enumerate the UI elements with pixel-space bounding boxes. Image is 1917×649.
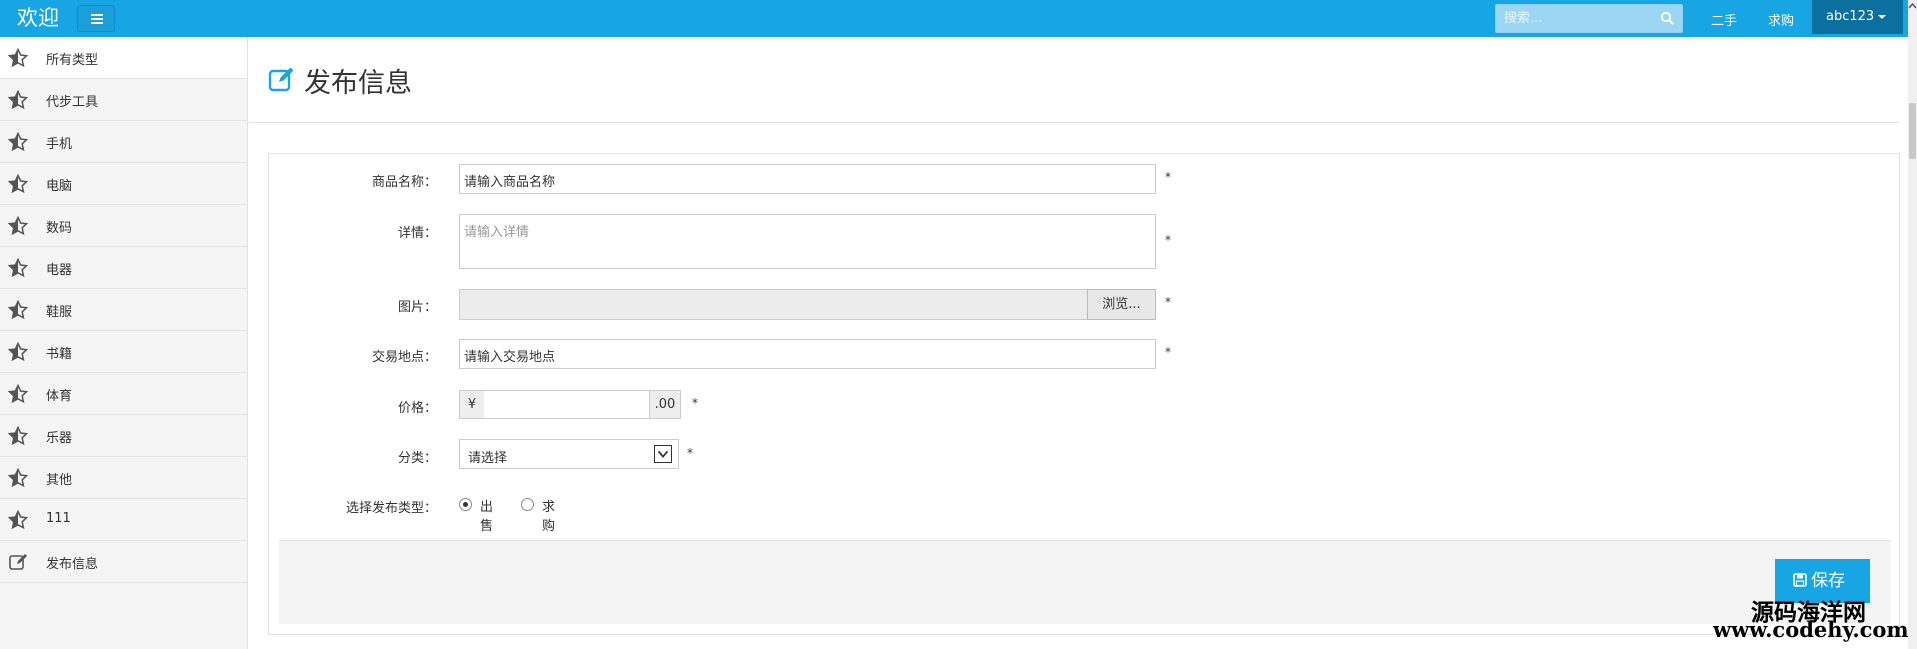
- required-mark: *: [1165, 233, 1171, 247]
- edit-icon: [268, 67, 294, 92]
- scroll-up-arrow-icon[interactable]: [1908, 0, 1917, 12]
- sidebar-item-other[interactable]: 其他: [0, 457, 247, 499]
- radio-wanted-label[interactable]: 求购: [542, 496, 555, 534]
- top-navbar: 欢迎 二手 求购 abc123: [0, 0, 1917, 37]
- scrollbar[interactable]: [1908, 0, 1917, 649]
- search-input[interactable]: [1496, 5, 1656, 32]
- image-label: 图片：: [397, 300, 437, 315]
- sidebar-item-label: 代步工具: [46, 95, 99, 110]
- image-file-field[interactable]: 浏览...: [459, 289, 1156, 320]
- name-value: 请输入商品名称: [464, 175, 556, 190]
- hamburger-line: [91, 14, 103, 16]
- star-icon: [8, 300, 28, 320]
- hamburger-line: [91, 18, 103, 20]
- hamburger-line: [91, 22, 103, 24]
- sidebar-item-all[interactable]: 所有类型: [0, 37, 247, 79]
- page-title: 发布信息: [304, 68, 412, 99]
- browse-button[interactable]: 浏览...: [1087, 289, 1156, 320]
- star-icon: [8, 132, 28, 152]
- sidebar-item-appliance[interactable]: 电器: [0, 247, 247, 289]
- star-icon: [8, 174, 28, 194]
- nav-link-secondhand[interactable]: 二手: [1711, 10, 1737, 29]
- sidebar-item-label: 电脑: [46, 179, 73, 194]
- star-icon: [8, 258, 28, 278]
- sidebar-item-phone[interactable]: 手机: [0, 121, 247, 163]
- brand-title[interactable]: 欢迎: [17, 4, 59, 32]
- sidebar-item-label: 所有类型: [46, 53, 99, 68]
- sidebar-item-digital[interactable]: 数码: [0, 205, 247, 247]
- sidebar-item-label: 数码: [46, 221, 73, 236]
- required-mark: *: [692, 396, 698, 410]
- category-select[interactable]: 请选择: [459, 439, 679, 469]
- scrollbar-thumb[interactable]: [1909, 103, 1916, 159]
- sidebar-item-label: 乐器: [46, 431, 73, 446]
- search-icon[interactable]: [1660, 11, 1674, 25]
- star-icon: [8, 48, 28, 68]
- star-icon: [8, 468, 28, 488]
- category-value: 请选择: [468, 451, 508, 466]
- location-field[interactable]: 请输入交易地点: [459, 339, 1156, 369]
- star-icon: [8, 426, 28, 446]
- decimal-addon: .00: [649, 390, 681, 419]
- star-icon: [8, 384, 28, 404]
- star-icon: [8, 510, 28, 530]
- watermark-url: www.codehy.com: [1713, 617, 1909, 642]
- required-mark: *: [687, 446, 693, 460]
- sidebar-item-label: 体育: [46, 389, 73, 404]
- form-footer: [279, 540, 1891, 624]
- star-icon: [8, 342, 28, 362]
- required-mark: *: [1165, 170, 1171, 184]
- caret-down-icon: [1878, 14, 1887, 19]
- sidebar-item-publish[interactable]: 发布信息: [0, 541, 247, 583]
- category-label: 分类：: [397, 451, 437, 466]
- name-field[interactable]: 请输入商品名称: [459, 164, 1156, 194]
- menu-toggle-button[interactable]: [77, 5, 115, 32]
- sidebar-item-clothing[interactable]: 鞋服: [0, 289, 247, 331]
- sidebar-item-label: 电器: [46, 263, 73, 278]
- location-label: 交易地点：: [371, 350, 437, 365]
- currency-addon: ¥: [459, 390, 485, 419]
- sidebar: 所有类型 代步工具 手机 电脑 数码 电器 鞋服 书籍 体育 乐器 其他 111…: [0, 37, 248, 649]
- save-label: 保存: [1811, 571, 1845, 591]
- type-label: 选择发布类型：: [345, 501, 437, 516]
- name-label: 商品名称：: [371, 175, 437, 190]
- page-header: 发布信息: [249, 37, 1899, 123]
- location-value: 请输入交易地点: [464, 350, 556, 365]
- star-icon: [8, 216, 28, 236]
- sidebar-item-label: 其他: [46, 473, 73, 488]
- detail-label: 详情：: [397, 226, 437, 241]
- sidebar-item-label: 鞋服: [46, 305, 73, 320]
- nav-link-wanted[interactable]: 求购: [1768, 10, 1794, 29]
- radio-sell-label[interactable]: 出售: [480, 496, 493, 534]
- username: abc123: [1826, 9, 1875, 24]
- floppy-disk-icon: [1793, 573, 1807, 587]
- radio-sell[interactable]: [459, 498, 472, 511]
- sidebar-item-sports[interactable]: 体育: [0, 373, 247, 415]
- price-input[interactable]: [484, 390, 650, 419]
- price-label: 价格：: [397, 401, 437, 416]
- sidebar-item-111[interactable]: 111: [0, 499, 247, 541]
- required-mark: *: [1165, 295, 1171, 309]
- user-menu[interactable]: abc123: [1812, 0, 1903, 34]
- edit-icon: [9, 554, 27, 570]
- sidebar-item-books[interactable]: 书籍: [0, 331, 247, 373]
- required-mark: *: [1165, 345, 1171, 359]
- sidebar-item-label: 发布信息: [46, 557, 99, 572]
- detail-placeholder: 请输入详情: [464, 225, 530, 240]
- sidebar-item-transport[interactable]: 代步工具: [0, 79, 247, 121]
- sidebar-item-label: 手机: [46, 137, 73, 152]
- sidebar-item-instruments[interactable]: 乐器: [0, 415, 247, 457]
- detail-field[interactable]: 请输入详情: [459, 214, 1156, 269]
- sidebar-item-label: 111: [46, 511, 71, 526]
- sidebar-item-computer[interactable]: 电脑: [0, 163, 247, 205]
- search-box: [1495, 4, 1683, 33]
- chevron-down-icon: [654, 445, 672, 463]
- radio-wanted[interactable]: [521, 498, 534, 511]
- star-icon: [8, 90, 28, 110]
- sidebar-item-label: 书籍: [46, 347, 73, 362]
